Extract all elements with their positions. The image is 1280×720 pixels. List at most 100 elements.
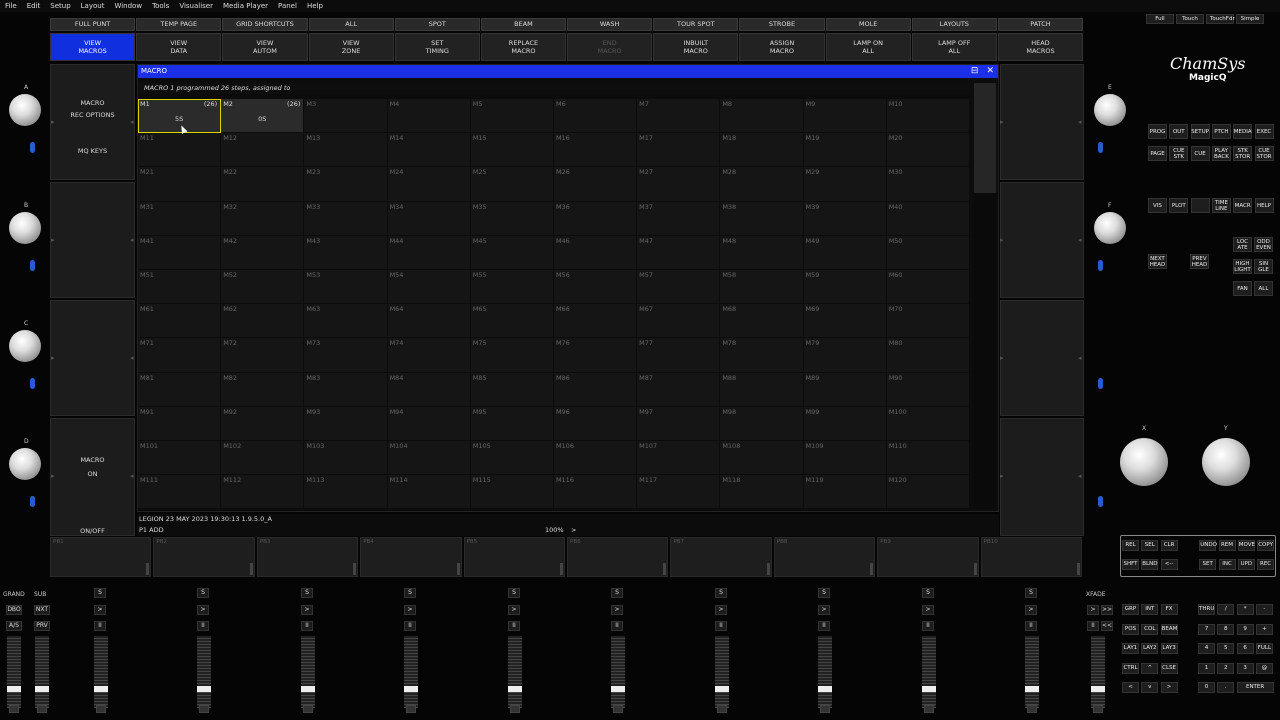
macro-cell[interactable]: M95 (470, 406, 554, 441)
key-row2-5[interactable]: CUE STOR (1254, 146, 1274, 161)
flash-button-5[interactable]: S (508, 588, 520, 598)
playback-fader-10-track[interactable] (1025, 636, 1039, 708)
macro-cell[interactable]: M44 (387, 235, 471, 270)
key-row1-0[interactable]: PROG (1148, 124, 1167, 139)
key-row3-2[interactable] (1190, 198, 1210, 213)
encoder-knob-a[interactable] (9, 94, 41, 126)
playback-fader-3-cap[interactable] (301, 686, 315, 692)
macro-cell[interactable]: M37 (637, 201, 721, 236)
macro-cell[interactable]: M31 (138, 201, 222, 236)
keypad-1-2[interactable]: <-- (1160, 559, 1178, 570)
view-mode-full[interactable]: Full (1146, 14, 1174, 24)
playback-5[interactable]: PB5 (463, 537, 566, 577)
playback-fader-1-select[interactable] (96, 705, 106, 713)
go-button-8[interactable]: > (818, 605, 830, 615)
playback-fader-6-select[interactable] (613, 705, 623, 713)
go-button-4[interactable]: > (404, 605, 416, 615)
encoder-knob-b[interactable] (9, 212, 41, 244)
dbo-button[interactable]: DBO (6, 605, 22, 615)
playback-fader-6-track[interactable] (611, 636, 625, 708)
xfade-ff-button[interactable]: >> (1101, 605, 1113, 615)
macro-cell[interactable]: M43 (304, 235, 388, 270)
macro-cell[interactable]: M77 (637, 338, 721, 373)
playback-fader-5-select[interactable] (510, 705, 520, 713)
macro-on-button[interactable]: MACRO ON (51, 453, 134, 481)
locate-button[interactable]: LOC ATE (1233, 237, 1252, 252)
keypad-1-1[interactable]: BLND (1141, 559, 1159, 570)
macro-cell[interactable]: M98 (720, 406, 804, 441)
key-row3-3[interactable]: TIME LINE (1211, 198, 1231, 213)
key-row3-0[interactable]: VIS (1148, 198, 1167, 213)
macro-cell[interactable]: M62 (221, 304, 305, 339)
macro-cell[interactable]: M90 (886, 372, 970, 407)
macro-cell[interactable]: M99 (803, 406, 887, 441)
macro-cell[interactable]: M45 (470, 235, 554, 270)
macro-cell[interactable]: M4 (387, 99, 471, 134)
flash-button-8[interactable]: S (818, 588, 830, 598)
softkey-7[interactable]: INBUILT MACRO (653, 33, 739, 61)
macro-cell[interactable]: M7 (637, 99, 721, 134)
macro-cell[interactable]: M20 (886, 133, 970, 168)
macro-cell[interactable]: M18 (720, 133, 804, 168)
playback-4[interactable]: PB4 (360, 537, 462, 577)
macro-cell[interactable]: M114 (387, 475, 471, 510)
key-row3-1[interactable]: PLOT (1169, 198, 1189, 213)
menu-help[interactable]: Help (302, 0, 328, 12)
playback-fader-9-track[interactable] (922, 636, 936, 708)
macro-cell[interactable]: M39 (803, 201, 887, 236)
macro-cell[interactable]: M110 (886, 440, 970, 476)
lower-key-right-2-0[interactable]: 4 (1198, 643, 1215, 654)
go-button-9[interactable]: > (922, 605, 934, 615)
lower-key-left-4-2[interactable]: > (1160, 682, 1178, 693)
macro-cell[interactable]: M97 (637, 406, 721, 441)
macro-cell[interactable]: M47 (637, 235, 721, 270)
playback-fader-7-cap[interactable] (715, 686, 729, 692)
lower-key-right-2-2[interactable]: 6 (1236, 643, 1254, 654)
all-button[interactable]: ALL (1254, 281, 1273, 296)
window-tab-2[interactable]: GRID SHORTCUTS (222, 18, 308, 31)
window-tab-6[interactable]: WASH (567, 18, 653, 31)
macro-cell[interactable]: M106 (553, 440, 638, 476)
macro-cell[interactable]: M116 (553, 475, 638, 510)
go-button-1[interactable]: > (94, 605, 106, 615)
key-row3-5[interactable]: HELP (1254, 198, 1274, 213)
macro-cell[interactable]: M49 (803, 235, 887, 270)
macro-cell[interactable]: M59 (803, 269, 887, 305)
lower-key-left-1-0[interactable]: POS (1122, 623, 1139, 635)
macro-cell[interactable]: M60 (886, 269, 970, 305)
macro-cell[interactable]: M73 (304, 338, 388, 373)
menu-layout[interactable]: Layout (76, 0, 110, 12)
nxt-button[interactable]: NXT (34, 605, 50, 615)
playback-fader-2-select[interactable] (199, 705, 209, 713)
right-panel-1[interactable] (1000, 64, 1084, 180)
playback-fader-4-cap[interactable] (404, 686, 418, 692)
macro-cell[interactable]: M61 (138, 304, 222, 339)
macro-cell[interactable]: M56 (553, 269, 638, 305)
macro-cell[interactable]: M91 (138, 406, 222, 441)
encoder-knob-c[interactable] (9, 330, 41, 362)
keypad-0-1[interactable]: SEL (1141, 540, 1159, 551)
macro-cell[interactable]: M94 (387, 406, 471, 441)
lower-key-left-3-0[interactable]: CTRL (1122, 662, 1139, 674)
key-row1-1[interactable]: OUT (1169, 124, 1189, 139)
right-panel-3[interactable] (1000, 300, 1084, 416)
as-button[interactable]: A/S (6, 621, 22, 631)
xfade-fader-track[interactable] (1091, 636, 1105, 708)
encoder-knob-d[interactable] (9, 448, 41, 480)
macro-cell[interactable]: M22 (221, 167, 305, 202)
macro-cell[interactable]: M118 (720, 475, 804, 510)
macro-cell[interactable]: M67 (637, 304, 721, 339)
macro-cell[interactable]: M41 (138, 235, 222, 270)
macro-cell[interactable]: M17 (637, 133, 721, 168)
playback-fader-8-track[interactable] (818, 636, 832, 708)
lower-key-left-3-2[interactable]: CLSE (1160, 662, 1178, 674)
playback-8[interactable]: PB8 (773, 537, 876, 577)
playback-fader-2-track[interactable] (197, 636, 211, 708)
keypad-1-0[interactable]: SHFT (1122, 559, 1139, 570)
lower-key-left-1-2[interactable]: BEAM (1160, 623, 1178, 635)
encoder-knob-e[interactable] (1094, 94, 1126, 126)
playback-fader-2-cap[interactable] (197, 686, 211, 692)
key-row2-4[interactable]: STK STOR (1233, 146, 1253, 161)
lower-key-left-2-1[interactable]: LAY2 (1141, 643, 1159, 654)
macro-cell[interactable]: M87 (637, 372, 721, 407)
